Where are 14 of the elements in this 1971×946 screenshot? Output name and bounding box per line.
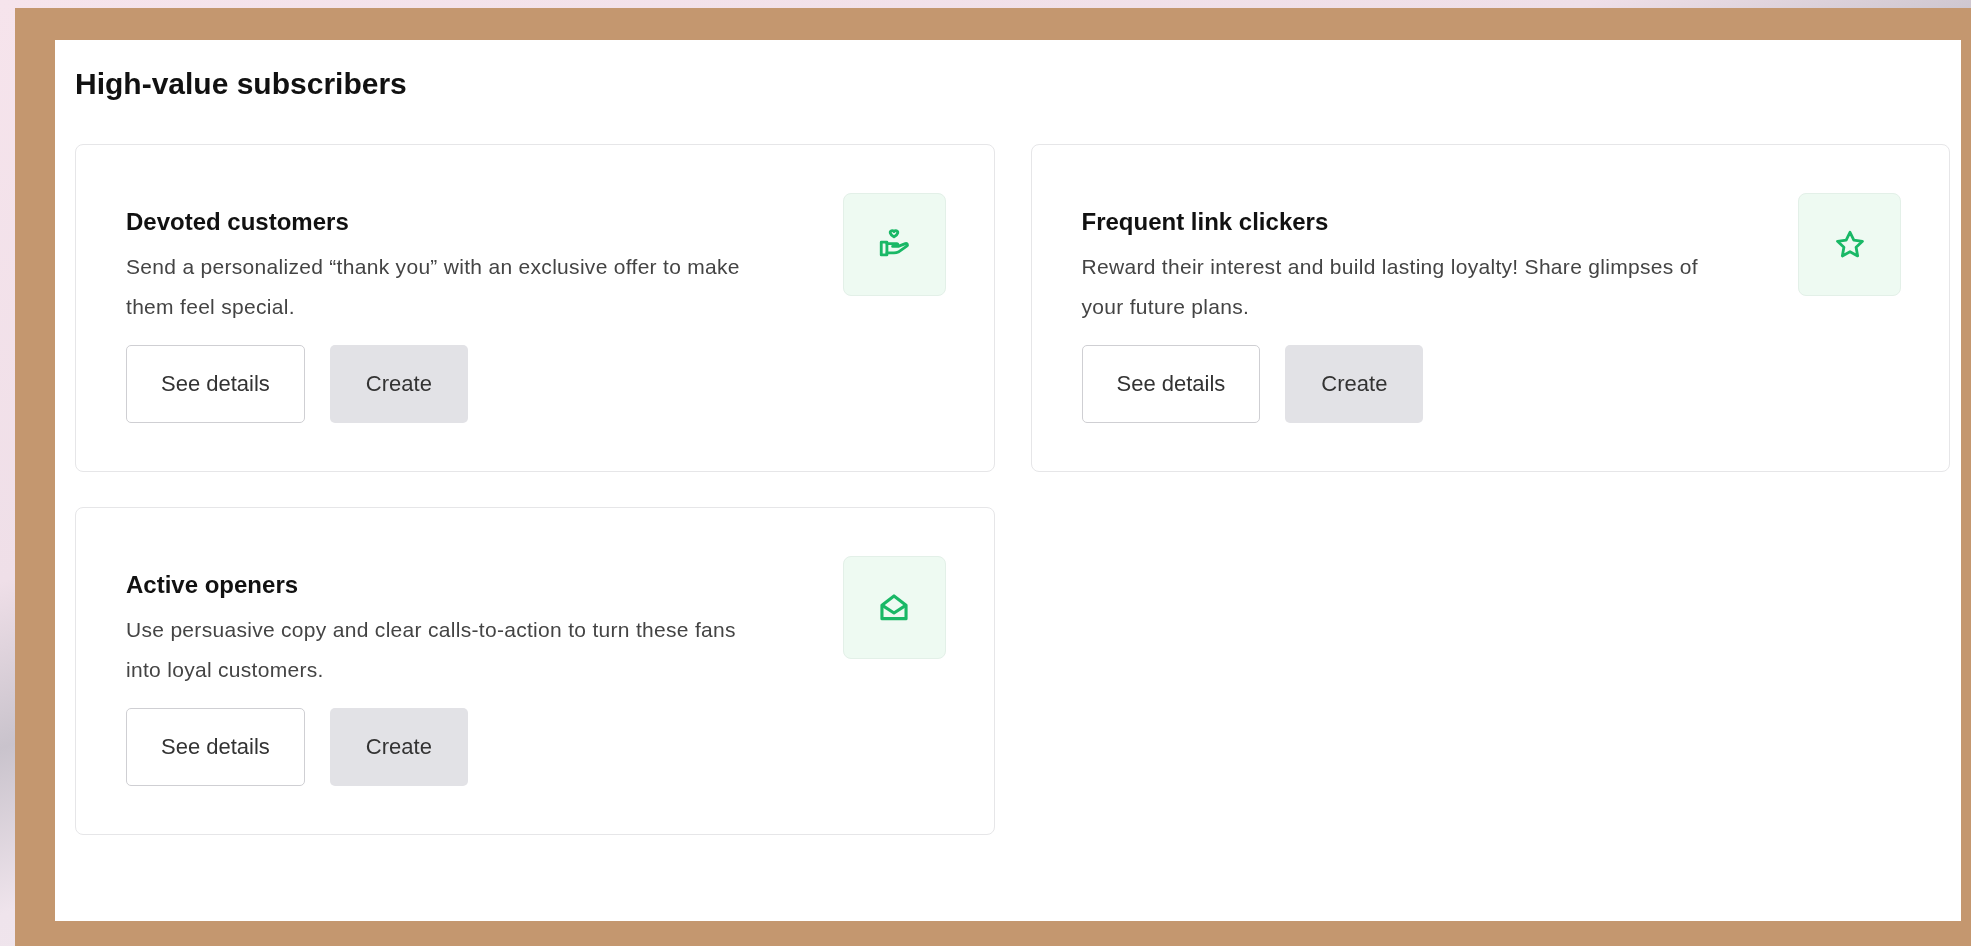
details-button[interactable]: See details (126, 708, 305, 786)
card-title: Devoted customers (126, 207, 350, 237)
details-button[interactable]: See details (126, 345, 305, 423)
create-button[interactable]: Create (1285, 345, 1424, 423)
card-title: Active openers (126, 570, 300, 600)
envelope-icon (842, 556, 946, 659)
create-button[interactable]: Create (329, 708, 468, 786)
card-description: Send a personalized “thank you” with an exclusive offer to make them feel special. (126, 254, 741, 320)
card-description: Use persuasive copy and clear calls-to-action to turn these fans into loyal customers. (126, 617, 737, 683)
card-description: Reward their interest and build lasting loyalty! Share glimpses of your future plans. (1081, 254, 1699, 320)
card-title: Frequent link clickers (1081, 207, 1330, 237)
section-heading: High-value subscribers (75, 66, 408, 102)
details-button[interactable]: See details (1081, 345, 1261, 423)
create-button[interactable]: Create (329, 345, 468, 423)
